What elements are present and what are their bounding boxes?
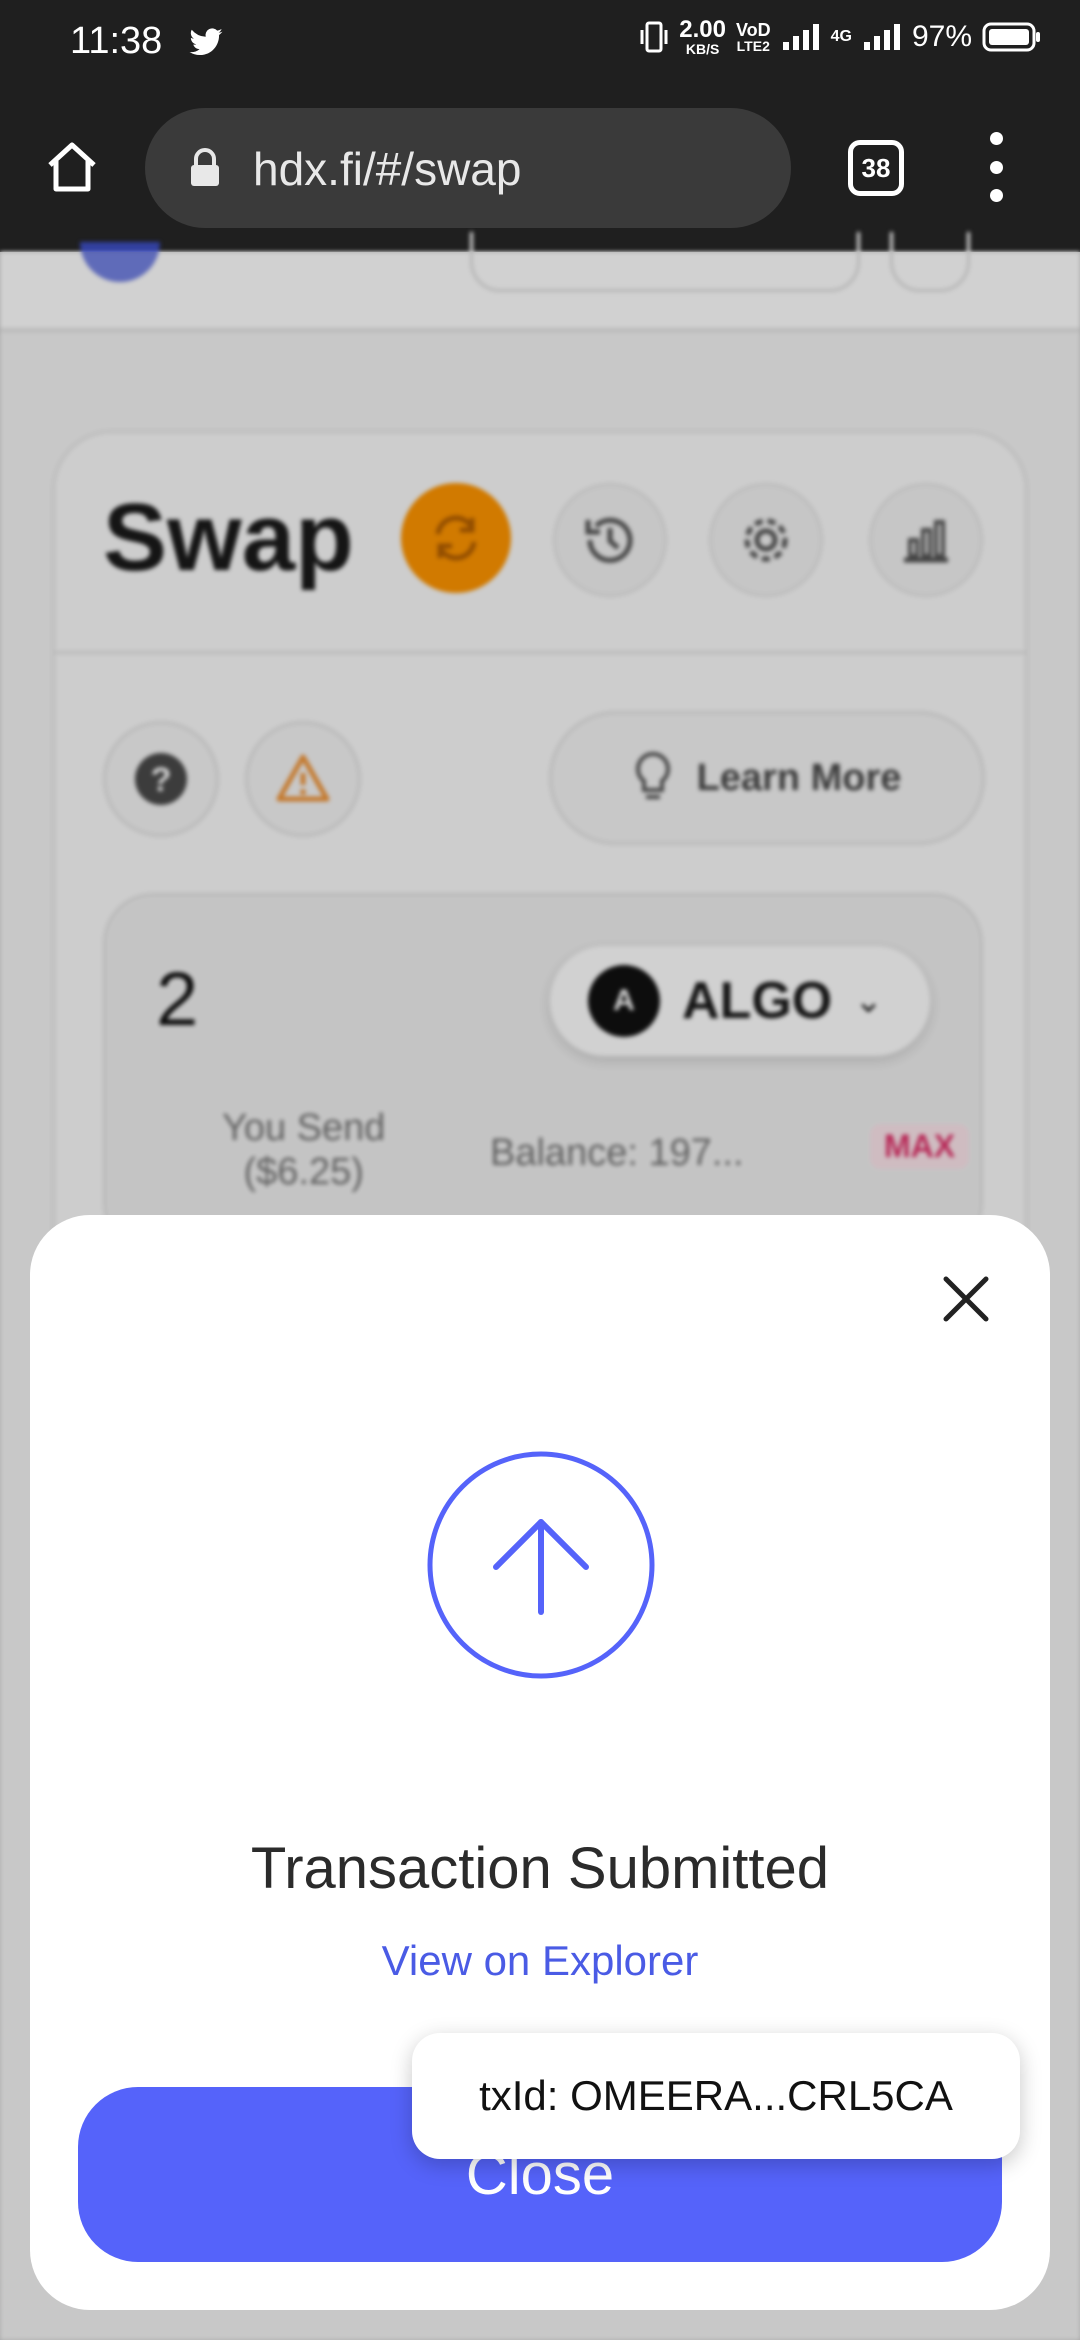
url-bar[interactable]: hdx.fi/#/swap	[145, 108, 791, 228]
vibrate-icon	[640, 21, 668, 53]
twitter-icon	[189, 28, 223, 56]
volte-indicator: VoD LTE2	[735, 20, 771, 54]
tabs-count-button[interactable]: 38	[848, 140, 904, 196]
home-icon[interactable]	[42, 137, 102, 197]
status-indicators: 2.00 KB/S VoD LTE2 4G 97%	[639, 18, 1042, 56]
modal-title: Transaction Submitted	[250, 1836, 830, 1901]
battery-icon	[982, 22, 1040, 52]
close-icon[interactable]	[936, 1269, 996, 1329]
status-bar: 11:38 2.00 KB/S VoD LTE2 4G 97%	[0, 0, 1080, 82]
signal-icon	[782, 24, 819, 50]
menu-dot	[989, 160, 1003, 174]
menu-dot	[989, 132, 1003, 145]
view-on-explorer-link[interactable]: View on Explorer	[30, 1937, 1050, 1985]
status-time: 11:38	[70, 20, 163, 62]
url-text: hdx.fi/#/swap	[253, 143, 522, 195]
arrow-up-circle-icon	[427, 1451, 655, 1679]
menu-dot	[989, 189, 1003, 202]
lock-icon	[191, 148, 219, 186]
browser-menu-button[interactable]	[978, 132, 1014, 202]
signal-icon-2	[863, 24, 900, 50]
network-type: 4G	[830, 28, 852, 45]
txid-toast[interactable]: txId: OMEERA...CRL5CA	[412, 2033, 1020, 2159]
battery-percent: 97%	[911, 20, 972, 53]
browser-toolbar: hdx.fi/#/swap 38	[0, 82, 1080, 252]
net-speed: 2.00 KB/S	[679, 16, 726, 57]
